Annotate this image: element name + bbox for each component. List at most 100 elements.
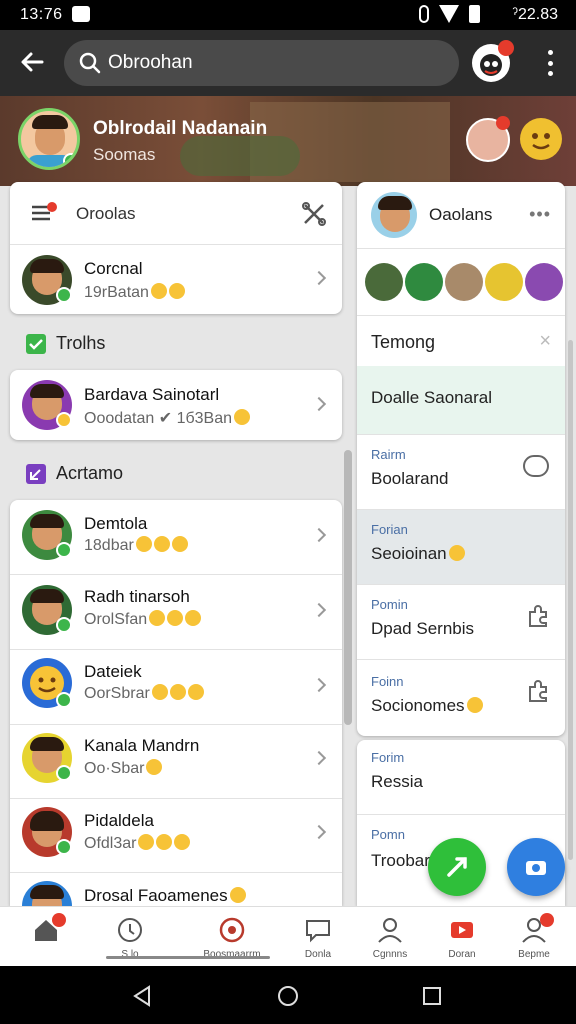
recents-square-icon[interactable] <box>420 984 444 1008</box>
online-status-dot <box>56 542 72 558</box>
nav-contacts[interactable]: Cgnnns <box>354 907 426 967</box>
right-list-item[interactable]: Forim Ressia <box>357 740 565 814</box>
nav-profile[interactable]: Bepme <box>498 907 570 967</box>
list-item[interactable]: Pidaldela Ofdl3ar <box>10 799 342 873</box>
contacts-list: Demtola 18dbar Radh tinarsoh OrolSfan Da… <box>10 500 342 906</box>
scrollbar[interactable] <box>344 450 352 725</box>
list-item[interactable]: Dateiek OorSbrar <box>10 650 342 724</box>
emoji-icon <box>150 283 167 299</box>
item-category: Pomin <box>371 597 408 612</box>
battery-icon <box>469 5 480 23</box>
message-icon <box>306 920 330 943</box>
back-triangle-icon[interactable] <box>130 984 154 1008</box>
featured-row[interactable]: Doalle Saonaral <box>357 366 565 434</box>
bot-face-icon[interactable] <box>523 455 549 477</box>
online-status-dot <box>63 153 77 167</box>
item-label: Seoioinan <box>371 544 465 564</box>
status-bar: 13:76 ˀ22.83 <box>0 0 576 30</box>
nav-videos[interactable]: Doran <box>426 907 498 967</box>
camera-fab-button[interactable] <box>507 838 565 896</box>
pencil-icon <box>447 857 467 877</box>
list-item[interactable]: Drosal Faoamenes <box>10 873 342 906</box>
more-horizontal-icon[interactable]: ••• <box>529 204 551 225</box>
right-panel: Oaolans ••• Temong × Doalle Saonaral Rai… <box>357 182 565 736</box>
close-icon[interactable]: × <box>539 330 551 353</box>
more-options-icon[interactable] <box>546 50 554 76</box>
list-item[interactable]: Kanala Mandrn Oo·Sbar <box>10 725 342 799</box>
tools-icon[interactable] <box>302 202 326 226</box>
avatar-strip <box>357 249 565 315</box>
avatar[interactable] <box>525 263 563 301</box>
right-panel-header: Oaolans ••• <box>357 182 565 248</box>
featured-contact-card[interactable]: Bardava Sainotarl Ooodatan ✔ 1б3Ban <box>10 370 342 440</box>
clock-icon <box>118 918 142 942</box>
chevron-right-icon <box>311 527 327 543</box>
back-arrow-icon[interactable] <box>18 48 48 78</box>
contact-status: Oo·Sbar <box>84 759 163 778</box>
item-category: Rairm <box>371 447 406 462</box>
notification-badge <box>52 913 66 927</box>
groups-card: Oroolas Corcnal 19rBatan <box>10 182 342 314</box>
camera-icon <box>526 861 546 875</box>
search-input[interactable] <box>108 48 438 78</box>
search-bar[interactable] <box>64 40 459 86</box>
emoji-icon <box>466 697 483 713</box>
avatar[interactable] <box>405 263 443 301</box>
profile-banner: Oblrodail Nadanain Soomas <box>0 96 576 186</box>
nav-messages[interactable]: Donla <box>282 907 354 967</box>
assistant-bot-icon[interactable] <box>472 40 514 82</box>
online-status-dot <box>56 617 72 633</box>
item-category: Foinn <box>371 674 404 689</box>
chevron-right-icon <box>311 750 327 766</box>
emoji-icon <box>168 283 185 299</box>
contact-name: Radh tinarsoh <box>84 587 190 606</box>
contact-name: Bardava Sainotarl <box>84 385 220 404</box>
section-label: Acrtamo <box>56 463 124 483</box>
avatar <box>371 192 417 238</box>
item-label: Troobar <box>371 851 430 870</box>
contact-status: 19rBatan <box>84 283 185 302</box>
bottom-navigation: S lo Boosmaarrm Donla Cgnnns Doran Bepme <box>0 906 576 966</box>
status-icons <box>419 5 480 23</box>
avatar[interactable] <box>365 263 403 301</box>
chevron-right-icon <box>311 677 327 693</box>
nav-home[interactable] <box>10 907 82 967</box>
puzzle-icon[interactable] <box>525 603 551 629</box>
profile-name: Oblrodail Nadanain <box>93 118 268 139</box>
person-icon <box>378 918 402 943</box>
right-list-item[interactable]: Foinn Socionomes <box>357 660 565 734</box>
chevron-right-icon <box>311 270 327 286</box>
wifi-icon <box>439 5 459 23</box>
right-list-item[interactable]: Forian Seoioinan <box>357 510 565 584</box>
header-emoji-avatar[interactable] <box>520 118 562 160</box>
list-item[interactable]: Radh tinarsoh OrolSfan <box>10 575 342 649</box>
home-circle-icon[interactable] <box>276 984 300 1008</box>
item-category: Forian <box>371 522 408 537</box>
contact-status: OorSbrar <box>84 684 204 703</box>
compose-fab-button[interactable] <box>428 838 486 896</box>
item-label: Dpad Sernbis <box>371 619 475 638</box>
list-item[interactable]: Demtola 18dbar <box>10 500 342 574</box>
puzzle-icon[interactable] <box>525 678 551 704</box>
header-friend-avatar[interactable] <box>466 116 510 162</box>
avatar[interactable] <box>445 263 483 301</box>
item-label: Boolarand <box>371 469 449 488</box>
trending-row[interactable]: Temong × <box>357 316 565 366</box>
trending-label: Temong <box>371 332 436 352</box>
app-bar <box>0 30 576 96</box>
online-status-dot <box>56 287 72 303</box>
right-list-item[interactable]: Pomin Dpad Sernbis <box>357 585 565 659</box>
section-header-tools: Trolhs <box>0 318 352 370</box>
right-list-item[interactable]: Rairm Boolarand <box>357 435 565 509</box>
system-navigation-bar <box>0 966 576 1024</box>
item-label: Socionomes <box>371 696 483 716</box>
section-header-contacts: Acrtamo <box>0 448 352 500</box>
contact-status: 18dbar <box>84 536 188 555</box>
profile-avatar[interactable] <box>18 108 80 170</box>
scrollbar[interactable] <box>568 340 573 860</box>
emoji-icon <box>234 409 251 425</box>
avatar[interactable] <box>485 263 523 301</box>
list-icon <box>32 202 57 221</box>
list-item[interactable]: Corcnal 19rBatan <box>10 245 342 314</box>
item-category: Forim <box>371 750 405 765</box>
